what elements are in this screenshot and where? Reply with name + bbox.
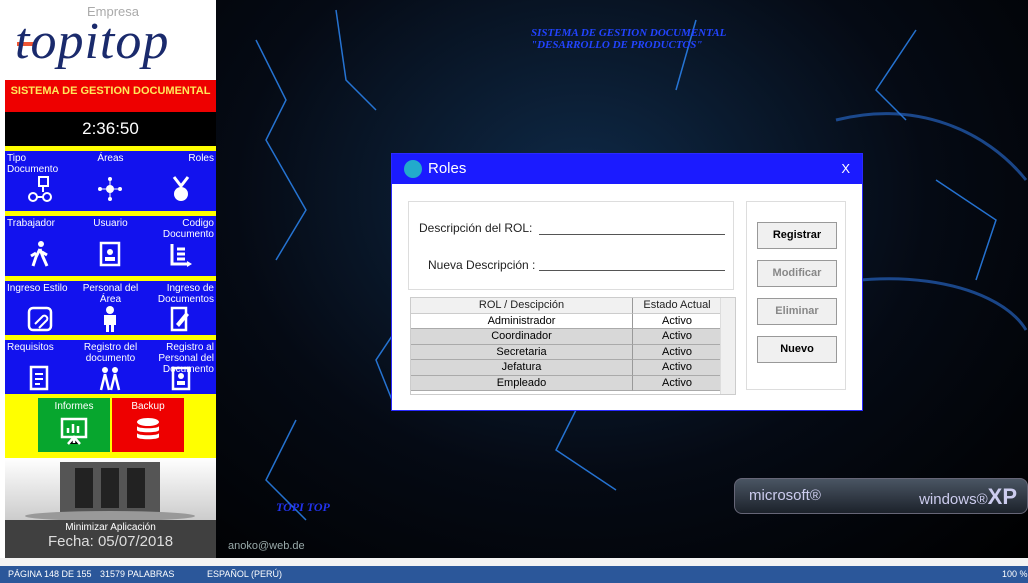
table-cell: Activo xyxy=(633,344,722,360)
medal-icon xyxy=(172,176,189,201)
table-cell: Secretaria xyxy=(411,344,633,360)
language[interactable]: ESPAÑOL (PERÚ) xyxy=(207,569,282,579)
table-cell: Administrador xyxy=(411,313,633,329)
menu-registro-documento[interactable]: Registro del documento xyxy=(75,340,145,394)
table-cell: Jefatura xyxy=(411,360,633,376)
menu-roles[interactable]: Roles xyxy=(146,151,216,211)
menu-ingreso-estilo[interactable]: Ingreso Estilo xyxy=(5,281,75,335)
dialog-title: Roles xyxy=(428,160,467,177)
dialog-titlebar: Roles X xyxy=(392,154,862,184)
clock: 2:36:50 xyxy=(5,112,216,146)
registrar-button[interactable]: Registrar xyxy=(757,222,837,249)
menu-ingreso-documentos[interactable]: Ingreso de Documentos xyxy=(146,281,216,335)
word-statusbar: PÁGINA 148 DE 155 31579 PALABRAS ESPAÑOL… xyxy=(0,566,1028,583)
table-cell: Activo xyxy=(633,360,722,376)
new-desc-label: Nueva Descripción : xyxy=(428,258,536,272)
table-scrollbar[interactable] xyxy=(720,298,735,394)
menu-codigo-documento[interactable]: Codigo Documento xyxy=(146,216,216,276)
email-label: anoko@web.de xyxy=(228,540,305,552)
edit-doc-icon xyxy=(170,306,189,332)
network-icon xyxy=(98,177,123,201)
table-cell: Activo xyxy=(633,329,722,345)
desc-input[interactable] xyxy=(539,234,725,235)
menu-requisitos[interactable]: Requisitos xyxy=(5,340,75,394)
role-form: Descripción del ROL: Nueva Descripción : xyxy=(408,201,734,290)
menu-areas[interactable]: Áreas xyxy=(75,151,145,211)
menu-trabajador[interactable]: Trabajador xyxy=(5,216,75,276)
system-title: SISTEMA DE GESTION DOCUMENTAL xyxy=(5,80,216,112)
sidebar: Empresa topitop SISTEMA DE GESTION DOCUM… xyxy=(5,0,216,558)
zoom-level[interactable]: 100 % xyxy=(1002,569,1028,579)
list-arrow-icon xyxy=(170,244,192,267)
minimize-bar[interactable]: Minimizar Aplicación Fecha: 05/07/2018 xyxy=(5,520,216,558)
minimize-label: Minimizar Aplicación xyxy=(65,522,156,533)
menu-usuario[interactable]: Usuario xyxy=(75,216,145,276)
menu-personal-area[interactable]: Personal del Área xyxy=(75,281,145,335)
nuevo-button[interactable]: Nuevo xyxy=(757,336,837,363)
people-icon xyxy=(100,367,121,391)
id-badge-icon xyxy=(100,241,121,267)
logo-text: topitop xyxy=(15,13,170,70)
database-icon xyxy=(137,418,159,440)
date-label: Fecha: 05/07/2018 xyxy=(47,533,174,550)
table-cell: Activo xyxy=(633,313,722,329)
chart-board-icon xyxy=(60,417,88,445)
button-panel: Registrar Modificar Eliminar Nuevo xyxy=(746,201,846,390)
checklist-icon xyxy=(29,365,49,391)
menu-tipo-documento[interactable]: Tipo Documento xyxy=(5,151,75,211)
desktop-title: SISTEMA DE GESTION DOCUMENTAL "DESARROLL… xyxy=(531,27,727,51)
badge-doc-icon xyxy=(171,366,191,391)
eliminar-button[interactable]: Eliminar xyxy=(757,298,837,325)
close-button[interactable]: X xyxy=(841,161,850,176)
word-count[interactable]: 31579 PALABRAS xyxy=(100,569,174,579)
page-count[interactable]: PÁGINA 148 DE 155 xyxy=(8,569,92,579)
menu-registro-personal[interactable]: Registro al Personal del Documento xyxy=(146,340,216,394)
table-cell: Activo xyxy=(633,375,722,391)
roles-table[interactable]: ROL / Descipción Estado Actual Administra… xyxy=(410,297,736,395)
roles-dialog: Roles X Descripción del ROL: Nueva Descr… xyxy=(391,153,863,411)
medal-icon xyxy=(404,160,422,178)
server-image xyxy=(5,458,216,521)
modificar-button[interactable]: Modificar xyxy=(757,260,837,287)
menu-row-3: Ingreso Estilo Personal del Área Ingreso… xyxy=(5,281,216,335)
menu-row-2: Trabajador Usuario Codigo Documento xyxy=(5,216,216,276)
col-estado: Estado Actual xyxy=(633,298,722,314)
table-cell: Coordinador xyxy=(411,329,633,345)
servers-icon xyxy=(25,462,195,521)
table-cell: Empleado xyxy=(411,375,633,391)
windows-xp-banner: microsoft® windows®XP xyxy=(734,478,1028,514)
backup-button[interactable]: Backup xyxy=(112,398,184,452)
person-tie-icon xyxy=(104,306,117,332)
new-desc-input[interactable] xyxy=(539,270,725,271)
clip-icon xyxy=(27,306,53,332)
menu-row-1: Tipo Documento Áreas Roles xyxy=(5,151,216,211)
menu-row-4: Requisitos Registro del documento Regist… xyxy=(5,340,216,394)
topitop-label: TOPI TOP xyxy=(276,500,330,514)
col-rol: ROL / Descipción xyxy=(411,298,633,314)
walking-person-icon xyxy=(30,241,49,267)
desc-label: Descripción del ROL: xyxy=(419,221,533,235)
company-logo: Empresa topitop xyxy=(5,0,216,78)
informes-button[interactable]: Informes xyxy=(38,398,110,452)
flow-icon xyxy=(28,176,53,202)
